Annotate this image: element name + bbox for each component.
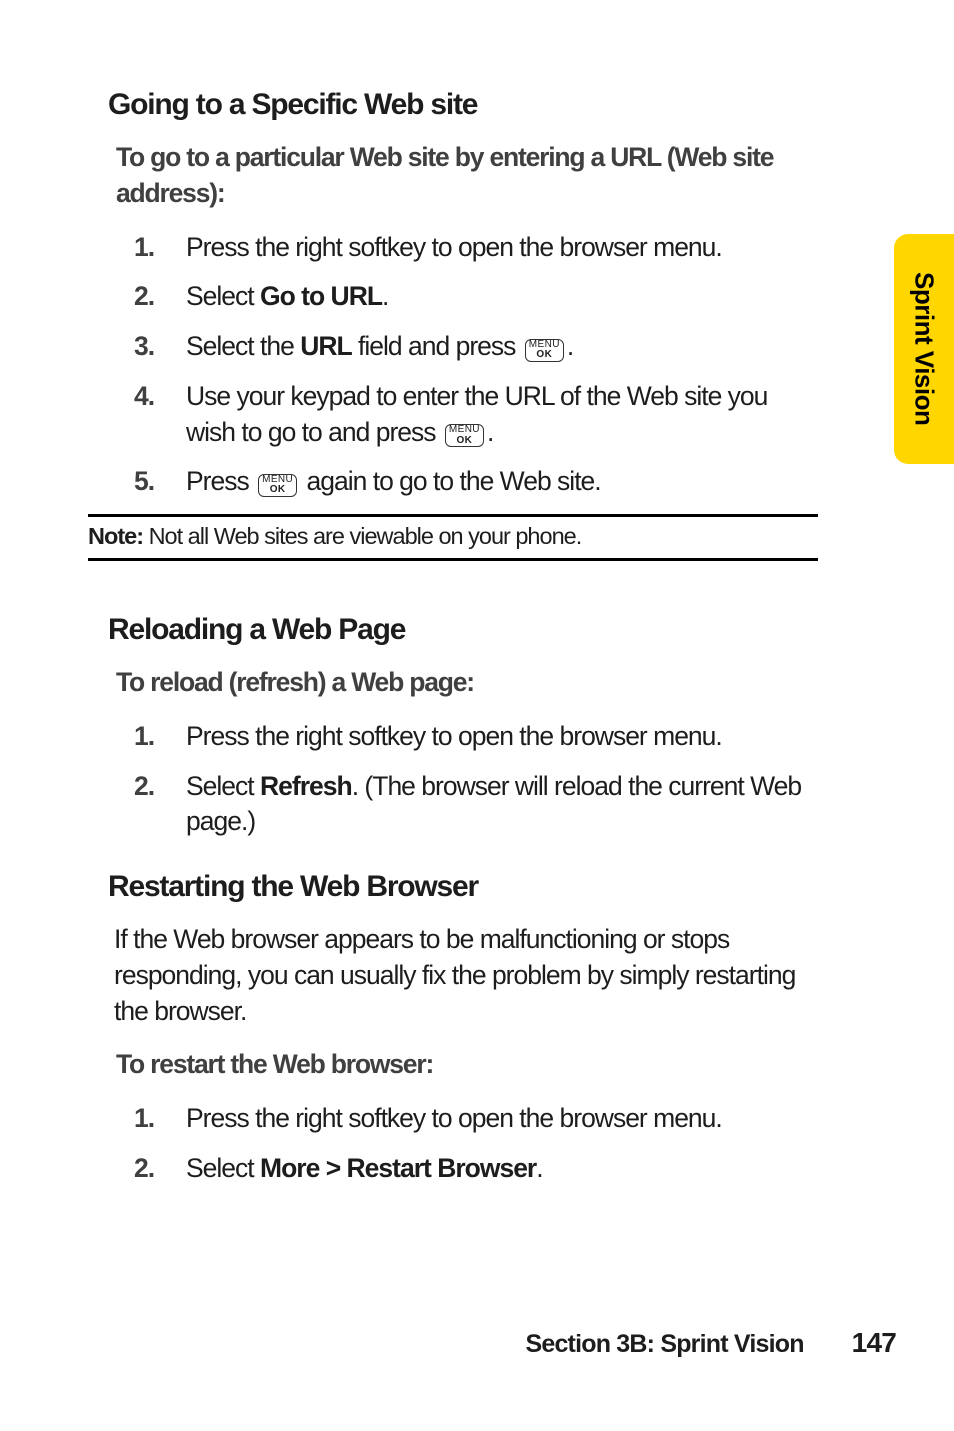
step-restart-1: 1. Press the right softkey to open the b… — [134, 1101, 813, 1137]
step-num: 2. — [134, 1151, 186, 1187]
text-mid: again to go to the Web site. — [300, 466, 601, 496]
step-reload-2: 2. Select Refresh. (The browser will rel… — [134, 769, 813, 841]
step-num: 4. — [134, 379, 186, 415]
text-post: . — [382, 281, 388, 311]
side-tab: Sprint Vision — [894, 234, 954, 464]
step-body: Press the right softkey to open the brow… — [186, 230, 813, 266]
step-num: 1. — [134, 1101, 186, 1137]
text-post: . — [487, 417, 493, 447]
footer: Section 3B: Sprint Vision 147 — [525, 1327, 896, 1359]
menu-ok-icon: MENUOK — [525, 339, 564, 362]
menu-ok-icon: MENUOK — [258, 474, 297, 497]
footer-section: Section 3B: Sprint Vision — [525, 1330, 803, 1359]
step-body: Select the URL field and press MENUOK. — [186, 329, 813, 365]
step-body: Use your keypad to enter the URL of the … — [186, 379, 813, 451]
text-pre: Select — [186, 1153, 260, 1183]
text-pre: Select the — [186, 331, 300, 361]
step-restart-2: 2. Select More > Restart Browser. — [134, 1151, 813, 1187]
side-tab-label: Sprint Vision — [909, 272, 940, 425]
note-box: Note: Not all Web sites are viewable on … — [88, 514, 818, 561]
note-label: Note: — [88, 523, 143, 549]
step-body: Select Go to URL. — [186, 279, 813, 315]
text-post: . — [567, 331, 573, 361]
text-mid: field and press — [352, 331, 522, 361]
page-number: 147 — [852, 1327, 896, 1359]
step-goto-3: 3. Select the URL field and press MENUOK… — [134, 329, 813, 365]
para-restart: If the Web browser appears to be malfunc… — [114, 922, 813, 1029]
step-goto-2: 2. Select Go to URL. — [134, 279, 813, 315]
lead-goto: To go to a particular Web site by enteri… — [116, 140, 813, 212]
lead-reload: To reload (refresh) a Web page: — [116, 665, 813, 701]
step-body: Press MENUOK again to go to the Web site… — [186, 464, 813, 500]
heading-reload: Reloading a Web Page — [108, 613, 813, 647]
steps-restart: 1. Press the right softkey to open the b… — [134, 1101, 813, 1187]
step-num: 5. — [134, 464, 186, 500]
text-bold: Refresh — [260, 771, 352, 801]
text-bold: More > Restart Browser — [260, 1153, 536, 1183]
step-goto-1: 1. Press the right softkey to open the b… — [134, 230, 813, 266]
menu-ok-icon: MENUOK — [445, 424, 484, 447]
note-text: Note: Not all Web sites are viewable on … — [88, 523, 818, 550]
text-pre: Select — [186, 771, 260, 801]
text-pre: Press — [186, 466, 255, 496]
step-num: 1. — [134, 230, 186, 266]
step-num: 2. — [134, 279, 186, 315]
text-pre: Select — [186, 281, 260, 311]
heading-restart: Restarting the Web Browser — [108, 870, 813, 904]
text-post: . — [536, 1153, 542, 1183]
text-bold: Go to URL — [260, 281, 382, 311]
steps-goto: 1. Press the right softkey to open the b… — [134, 230, 813, 501]
content-area: Going to a Specific Web site To go to a … — [108, 88, 813, 1187]
step-body: Select More > Restart Browser. — [186, 1151, 813, 1187]
step-num: 3. — [134, 329, 186, 365]
step-goto-5: 5. Press MENUOK again to go to the Web s… — [134, 464, 813, 500]
text-bold: URL — [300, 331, 351, 361]
step-reload-1: 1. Press the right softkey to open the b… — [134, 719, 813, 755]
step-goto-4: 4. Use your keypad to enter the URL of t… — [134, 379, 813, 451]
step-body: Press the right softkey to open the brow… — [186, 1101, 813, 1137]
step-num: 1. — [134, 719, 186, 755]
steps-reload: 1. Press the right softkey to open the b… — [134, 719, 813, 840]
note-body: Not all Web sites are viewable on your p… — [143, 523, 581, 549]
page: Sprint Vision Going to a Specific Web si… — [0, 0, 954, 1431]
step-num: 2. — [134, 769, 186, 805]
heading-goto: Going to a Specific Web site — [108, 88, 813, 122]
lead-restart: To restart the Web browser: — [116, 1047, 813, 1083]
step-body: Select Refresh. (The browser will reload… — [186, 769, 813, 841]
step-body: Press the right softkey to open the brow… — [186, 719, 813, 755]
